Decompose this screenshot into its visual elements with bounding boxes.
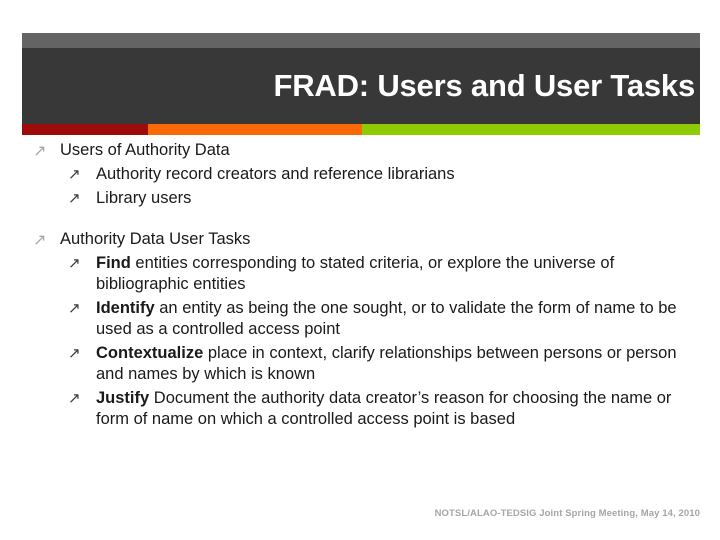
- list-item-lead: Find: [96, 254, 131, 272]
- section-heading: Users of Authority Data: [60, 141, 230, 159]
- section-authority-data-user-tasks: ↗ Authority Data User Tasks ↗ Find entit…: [0, 229, 720, 430]
- list-item: ↗ Justify Document the authority data cr…: [0, 388, 720, 430]
- arrow-bullet-icon: ↗: [68, 254, 81, 272]
- section-users-of-authority-data: ↗ Users of Authority Data ↗ Authority re…: [0, 140, 720, 209]
- list-item-text: Find entities corresponding to stated cr…: [96, 253, 720, 295]
- accent-segment-red: [22, 124, 148, 135]
- title-banner: FRAD: Users and User Tasks: [22, 33, 700, 124]
- list-item: ↗ Authority record creators and referenc…: [0, 164, 720, 185]
- list-item-text: Authority record creators and reference …: [96, 164, 720, 185]
- list-item-lead: Contextualize: [96, 344, 204, 362]
- arrow-bullet-icon: ↗: [68, 344, 81, 362]
- list-item-text: Library users: [96, 188, 720, 209]
- section-heading-row: ↗ Users of Authority Data: [0, 140, 720, 161]
- slide-body: ↗ Users of Authority Data ↗ Authority re…: [0, 140, 720, 430]
- list-item: ↗ Library users: [0, 188, 720, 209]
- section-heading-row: ↗ Authority Data User Tasks: [0, 229, 720, 250]
- arrow-bullet-icon: ↗: [33, 141, 47, 160]
- list-item-lead: Identify: [96, 299, 155, 317]
- accent-segment-green: [362, 124, 700, 135]
- list-item-rest: Document the authority data creator’s re…: [96, 389, 672, 428]
- arrow-bullet-icon: ↗: [68, 165, 81, 183]
- accent-segment-orange: [148, 124, 362, 135]
- list-item-text: Identify an entity as being the one soug…: [96, 298, 720, 340]
- list-item-rest: entities corresponding to stated criteri…: [96, 254, 615, 293]
- slide-footer: NOTSL/ALAO-TEDSIG Joint Spring Meeting, …: [434, 508, 700, 519]
- page-title: FRAD: Users and User Tasks: [273, 68, 696, 103]
- list-item-text: Justify Document the authority data crea…: [96, 388, 720, 430]
- list-item-lead: Justify: [96, 389, 150, 407]
- arrow-bullet-icon: ↗: [33, 230, 47, 249]
- accent-bar: [22, 124, 700, 135]
- arrow-bullet-icon: ↗: [68, 389, 81, 407]
- list-item: ↗ Contextualize place in context, clarif…: [0, 343, 720, 385]
- arrow-bullet-icon: ↗: [68, 189, 81, 207]
- list-item-rest: an entity as being the one sought, or to…: [96, 299, 677, 338]
- section-heading: Authority Data User Tasks: [60, 230, 251, 248]
- banner-top-strip: [22, 33, 700, 48]
- list-item-rest: Authority record creators and reference …: [96, 165, 455, 183]
- slide: FRAD: Users and User Tasks ↗ Users of Au…: [0, 0, 720, 540]
- list-item-text: Contextualize place in context, clarify …: [96, 343, 720, 385]
- list-item-rest: Library users: [96, 189, 192, 207]
- list-item: ↗ Find entities corresponding to stated …: [0, 253, 720, 295]
- arrow-bullet-icon: ↗: [68, 299, 81, 317]
- list-item: ↗ Identify an entity as being the one so…: [0, 298, 720, 340]
